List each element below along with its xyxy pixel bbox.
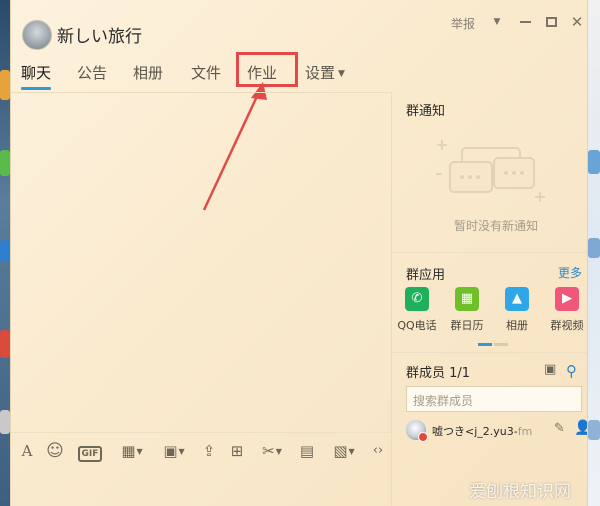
calendar-icon: ▦ [455,287,479,311]
app-qq-call[interactable]: ✆ QQ电话 [394,287,440,333]
minimize-icon [519,21,531,23]
member-settings-icon[interactable]: ▣ [544,362,556,377]
apps-pager[interactable] [494,343,508,346]
desktop-background-left [0,0,10,506]
divider [392,352,587,353]
emoji-icon[interactable]: ☺ [45,441,65,461]
tab-album[interactable]: 相册 [133,62,163,90]
qq-group-chat-window: 新しい旅行 举报 ▼ ✕ 聊天 公告 相册 文件 作业 设置 ▼ A ☺ GIF … [10,0,588,506]
status-badge [418,432,428,442]
title-bar[interactable]: 新しい旅行 举报 ▼ ✕ [11,0,587,56]
archive-icon[interactable]: ▤ [297,441,317,461]
apps-title: 群应用 [406,268,446,283]
members-title: 群成员 1/1 [406,366,471,381]
photo-icon: ▲ [505,287,529,311]
input-toolbar: A ☺ GIF ▦▼ ▣▼ ⇪ ⊞ ✂▼ ▤ ▧▼ ‹› [11,432,391,470]
chevron-down-icon: ▼ [338,68,345,79]
app-label: 相册 [506,319,528,332]
member-list-item[interactable]: 嘘つき<j_2.yu3-fm ✎ 👤 [406,420,587,442]
app-group-calendar[interactable]: ▦ 群日历 [444,287,490,333]
phone-icon: ✆ [405,287,429,311]
gift-icon[interactable]: ▦▼ [115,441,149,461]
search-icon[interactable]: ⚲ [566,362,577,380]
edit-icon[interactable]: ✎ [554,421,565,436]
apps-pager-active[interactable] [478,343,492,346]
group-name: 新しい旅行 [57,27,142,47]
right-sidebar: 群通知 暂时没有新通知 群应用 更多 ✆ QQ电话 ▦ 群日历 ▲ 相册 ▶ 群… [391,92,587,506]
upload-icon[interactable]: ⇪ [199,441,219,461]
red-packet-icon[interactable]: ⊞ [227,441,247,461]
watermark: 爱刨根知识网 [469,482,571,502]
close-button[interactable]: ✕ [567,12,587,32]
empty-notice-icon [436,140,545,202]
maximize-icon [545,17,557,27]
report-button[interactable]: 举报 [451,15,475,32]
app-label: 群日历 [450,319,484,332]
desktop-background-right [588,0,600,506]
tab-announcement[interactable]: 公告 [77,62,107,90]
chevron-down-icon[interactable]: ▼ [487,12,507,32]
tab-settings[interactable]: 设置 ▼ [305,62,345,90]
tab-chat[interactable]: 聊天 [21,62,52,90]
code-icon[interactable]: ‹› [367,441,389,461]
maximize-button[interactable] [541,12,561,32]
minimize-button[interactable] [515,12,535,32]
tab-files[interactable]: 文件 [191,62,221,90]
member-search-input[interactable]: 搜索群成员 [406,386,582,412]
tab-settings-label: 设置 [305,64,336,82]
app-photo-album[interactable]: ▲ 相册 [494,287,540,333]
image-icon[interactable]: ▣▼ [157,441,191,461]
annotation-highlight-box [236,52,298,87]
owner-crown-icon: 👤 [574,420,587,436]
tab-bar: 聊天 公告 相册 文件 作业 设置 ▼ [11,58,391,92]
app-label: 群视频 [550,319,584,332]
notice-title: 群通知 [406,104,446,119]
chat-message-area[interactable] [11,93,391,428]
gif-icon[interactable]: GIF [75,441,105,462]
divider [392,252,587,253]
member-name: 嘘つき<j_2.yu3-fm [432,425,533,438]
app-group-video[interactable]: ▶ 群视频 [544,287,587,333]
message-input[interactable] [11,470,391,506]
more-apps-icon[interactable]: ▧▼ [327,441,361,461]
notice-empty-text: 暂时没有新通知 [454,219,539,233]
video-icon: ▶ [555,287,579,311]
group-avatar[interactable] [22,20,52,50]
font-icon[interactable]: A [17,441,37,461]
scissors-icon[interactable]: ✂▼ [255,441,289,461]
app-label: QQ电话 [397,319,437,332]
more-apps-link[interactable]: 更多 [558,264,582,281]
